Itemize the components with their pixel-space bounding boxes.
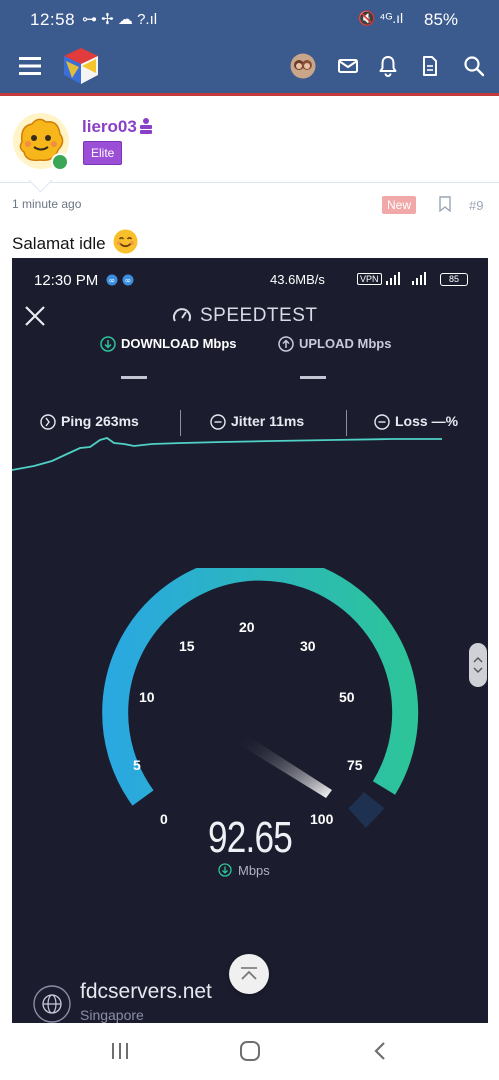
close-icon[interactable]	[23, 304, 47, 328]
speedtest-net-speed: 43.6MB/s	[270, 272, 325, 287]
recent-apps-icon[interactable]	[109, 1041, 131, 1061]
site-logo[interactable]	[60, 45, 102, 87]
upload-value-placeholder	[300, 376, 326, 379]
post-timestamp[interactable]: 1 minute ago	[12, 197, 81, 211]
gauge-tick-label: 20	[239, 619, 255, 635]
user-rank-icon	[138, 117, 154, 135]
server-location: Singapore	[80, 1007, 144, 1023]
speed-value: 92.65	[208, 813, 293, 862]
badge-label: Elite	[91, 146, 115, 160]
gauge-tick-label: 10	[139, 689, 155, 705]
status-left-icons: ⊶ ✢ ☁ ?.ıl	[82, 11, 158, 28]
gauge-tick-label: 75	[347, 757, 363, 773]
speed-unit: Mbps	[238, 863, 270, 878]
online-status-dot	[51, 153, 69, 171]
speedtest-screenshot[interactable]: 12:30 PM ∞ ∞ 43.6MB/s VPN 85 SPEEDTEST D…	[12, 258, 488, 1023]
gauge-tick-label: 5	[133, 757, 141, 773]
svg-text:∞: ∞	[109, 276, 116, 285]
scroll-handle[interactable]	[469, 643, 487, 687]
gauge-tick-label: 0	[160, 811, 168, 827]
speedtest-title: SPEEDTEST	[200, 305, 318, 326]
upload-icon	[278, 336, 294, 352]
loss-value: Loss —%	[395, 413, 459, 429]
ping-value: Ping 263ms	[61, 413, 139, 429]
scroll-top-button[interactable]	[229, 954, 269, 994]
gauge-needle	[240, 736, 332, 798]
gauge-tick-label: 50	[339, 689, 355, 705]
speedtest-battery: 85	[440, 273, 468, 286]
smile-emoji-icon	[113, 229, 138, 254]
search-icon[interactable]	[460, 52, 488, 80]
post-message: Salamat idle	[12, 234, 106, 253]
system-nav-bar	[0, 1023, 499, 1080]
user-card	[0, 96, 499, 183]
status-app-icons: ∞ ∞	[106, 274, 134, 286]
app-header	[0, 40, 499, 96]
download-small-icon	[218, 863, 232, 877]
upload-label: UPLOAD Mbps	[299, 336, 392, 351]
status-time: 12:58	[30, 10, 76, 29]
download-value-placeholder	[121, 376, 147, 379]
speedtest-status-time: 12:30 PM	[34, 272, 99, 289]
speedtest-logo-icon	[173, 308, 191, 322]
back-icon[interactable]	[370, 1040, 390, 1062]
menu-icon[interactable]	[16, 52, 44, 80]
user-avatar[interactable]	[289, 52, 317, 80]
battery-level: 85%	[424, 10, 459, 29]
home-icon[interactable]	[239, 1040, 261, 1062]
author-username[interactable]: liero03	[82, 117, 137, 137]
status-bar: 12:58 ⊶ ✢ ☁ ?.ıl 🔇 ⁴ᴳ.ıl 85%	[0, 0, 499, 40]
gauge-tick-label: 100	[310, 811, 334, 827]
ping-graph	[12, 437, 442, 471]
mail-icon[interactable]	[334, 52, 362, 80]
post-number[interactable]: #9	[469, 198, 483, 213]
status-right-icons: 🔇 ⁴ᴳ.ıl	[358, 10, 404, 26]
download-label: DOWNLOAD Mbps	[121, 336, 237, 351]
signal-icon	[386, 272, 426, 285]
download-icon	[100, 336, 116, 352]
jitter-value: Jitter 11ms	[231, 413, 305, 429]
bell-icon[interactable]	[374, 52, 402, 80]
chevron-up-icon	[241, 967, 257, 980]
user-badge-elite: Elite	[83, 141, 123, 165]
gauge-tick-label: 30	[300, 638, 316, 654]
globe-icon	[33, 985, 71, 1023]
svg-text:∞: ∞	[125, 276, 132, 285]
vpn-indicator: VPN	[357, 273, 382, 285]
gauge-tick-label: 15	[179, 638, 195, 654]
page-icon[interactable]	[416, 52, 444, 80]
server-name: fdcservers.net	[80, 980, 212, 1003]
new-badge: New	[382, 196, 417, 214]
bookmark-icon[interactable]	[438, 196, 452, 213]
